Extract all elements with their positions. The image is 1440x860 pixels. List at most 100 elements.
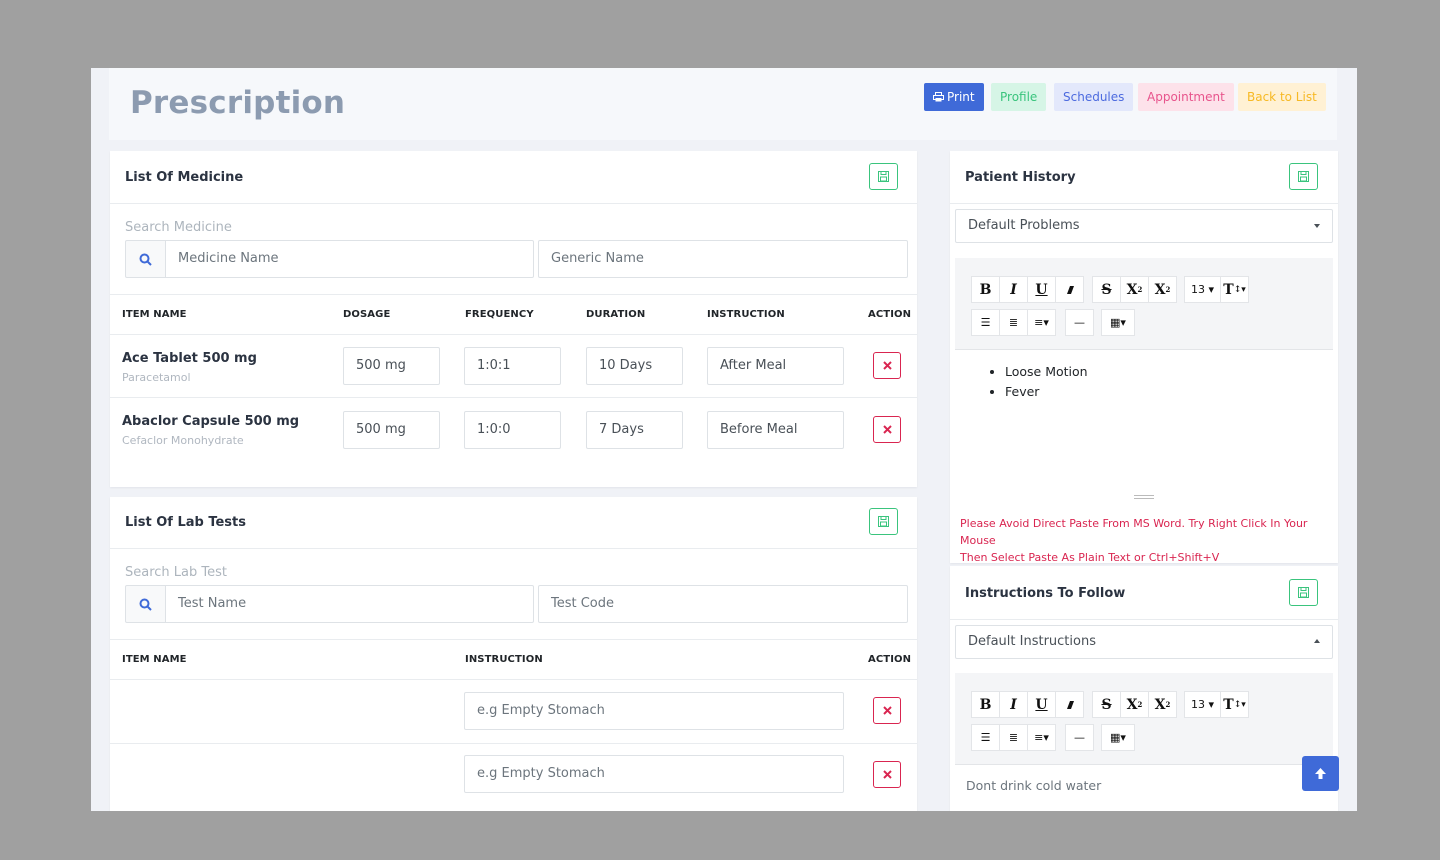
italic-button[interactable]: I — [999, 276, 1028, 303]
divider — [950, 203, 1338, 204]
history-content-area[interactable]: Loose Motion Fever — [955, 349, 1333, 500]
list-item: Fever — [1005, 382, 1088, 402]
strikethrough-button[interactable]: S — [1092, 691, 1121, 718]
table-dropdown[interactable]: ▦▾ — [1101, 309, 1135, 336]
lab-tests-card: List Of Lab Tests Search Lab Test Test N… — [110, 497, 917, 811]
search-medicine-label: Search Medicine — [125, 220, 232, 235]
superscript-button[interactable]: X2 — [1120, 276, 1149, 303]
default-problems-select[interactable]: Default Problems — [955, 209, 1333, 243]
search-icon — [139, 598, 152, 611]
bold-button[interactable]: B — [971, 691, 1000, 718]
ordered-list-button[interactable]: ≣ — [999, 724, 1028, 751]
ordered-list-button[interactable]: ≣ — [999, 309, 1028, 336]
font-size-dropdown[interactable]: 13 ▾ — [1184, 276, 1222, 303]
save-lab-tests-button[interactable] — [869, 508, 898, 535]
instructions-editor: B I U S X2 X2 13 ▾ T ↕▾ ☰ ≣ ≡▾ — ▦▾ Dont… — [955, 673, 1333, 811]
underline-button[interactable]: U — [1027, 276, 1056, 303]
toolbar-group-table: ▦▾ — [1101, 724, 1135, 751]
bold-button[interactable]: B — [971, 276, 1000, 303]
instruction-input[interactable]: After Meal — [707, 347, 844, 385]
column-header: ITEM NAME — [122, 654, 187, 665]
duration-input[interactable]: 10 Days — [586, 347, 683, 385]
close-icon — [883, 706, 892, 715]
eraser-icon — [1066, 700, 1074, 709]
column-header: ACTION — [868, 654, 912, 665]
toolbar-group-size: 13 ▾ T ↕▾ — [1184, 691, 1250, 718]
column-header: DURATION — [586, 309, 646, 320]
print-button[interactable]: Print — [924, 83, 984, 111]
italic-button[interactable]: I — [999, 691, 1028, 718]
medicine-card-title: List Of Medicine — [125, 170, 244, 185]
default-instructions-select[interactable]: Default Instructions — [955, 625, 1333, 659]
resize-handle[interactable] — [1134, 495, 1154, 499]
save-icon — [878, 516, 889, 527]
text-height-button[interactable]: T ↕▾ — [1220, 276, 1250, 303]
save-history-button[interactable] — [1289, 163, 1318, 190]
superscript-button[interactable]: X2 — [1120, 691, 1149, 718]
unordered-list-button[interactable]: ☰ — [971, 724, 1000, 751]
paste-warning-line-1: Please Avoid Direct Paste From MS Word. … — [960, 517, 1308, 547]
table-dropdown[interactable]: ▦▾ — [1101, 724, 1135, 751]
dosage-input[interactable]: 500 mg — [343, 347, 440, 385]
text-height-button[interactable]: T ↕▾ — [1220, 691, 1250, 718]
toolbar-group-hr: — — [1065, 724, 1094, 751]
strikethrough-button[interactable]: S — [1092, 276, 1121, 303]
schedules-button[interactable]: Schedules — [1054, 83, 1134, 111]
align-dropdown[interactable]: ≡▾ — [1027, 309, 1056, 336]
save-instructions-button[interactable] — [1289, 579, 1318, 606]
medicine-name: Abaclor Capsule 500 mg — [122, 414, 300, 429]
delete-row-button[interactable] — [873, 416, 901, 443]
font-size-dropdown[interactable]: 13 ▾ — [1184, 691, 1222, 718]
test-name-input[interactable]: Test Name — [165, 585, 534, 623]
appointment-button[interactable]: Appointment — [1138, 83, 1234, 111]
lab-search-addon — [125, 585, 166, 623]
subscript-button[interactable]: X2 — [1148, 276, 1177, 303]
font-size-value: 13 — [1191, 283, 1205, 296]
toolbar-group-style: B I U — [971, 691, 1084, 718]
horizontal-rule-button[interactable]: — — [1065, 309, 1094, 336]
frequency-input[interactable]: 1:0:1 — [464, 347, 561, 385]
generic-name-input[interactable]: Generic Name — [538, 240, 908, 278]
eraser-button[interactable] — [1055, 276, 1084, 303]
medicine-name-input[interactable]: Medicine Name — [165, 240, 534, 278]
paste-warning-line-2: Then Select Paste As Plain Text or Ctrl+… — [960, 551, 1220, 564]
frequency-input[interactable]: 1:0:0 — [464, 411, 561, 449]
search-lab-test-label: Search Lab Test — [125, 565, 227, 580]
test-code-input[interactable]: Test Code — [538, 585, 908, 623]
page-title: Prescription — [130, 85, 346, 121]
duration-input[interactable]: 7 Days — [586, 411, 683, 449]
unordered-list-button[interactable]: ☰ — [971, 309, 1000, 336]
select-value: Default Instructions — [968, 634, 1096, 649]
divider — [110, 203, 917, 204]
eraser-button[interactable] — [1055, 691, 1084, 718]
save-medicine-button[interactable] — [869, 163, 898, 190]
delete-row-button[interactable] — [873, 697, 901, 724]
history-editor: B I U S X2 X2 13 ▾ T ↕▾ ☰ ≣ ≡▾ — ▦▾ • Lo… — [955, 258, 1333, 500]
toolbar-group-para: ☰ ≣ ≡▾ — [971, 309, 1056, 336]
divider — [110, 548, 917, 549]
scroll-to-top-button[interactable] — [1302, 756, 1339, 791]
delete-row-button[interactable] — [873, 352, 901, 379]
lab-instruction-input[interactable]: e.g Empty Stomach — [464, 755, 844, 793]
instruction-input[interactable]: Before Meal — [707, 411, 844, 449]
medicine-generic: Cefaclor Monohydrate — [122, 434, 244, 447]
dosage-input[interactable]: 500 mg — [343, 411, 440, 449]
instructions-text: Dont drink cold water — [966, 778, 1102, 793]
patient-history-card: Patient History Default Problems B I U S… — [950, 151, 1338, 564]
app-frame: Prescription Print Profile Schedules App… — [91, 68, 1357, 811]
printer-icon — [933, 92, 944, 102]
instructions-content-area[interactable]: Dont drink cold water — [955, 764, 1333, 811]
toolbar-group-hr: — — [1065, 309, 1094, 336]
horizontal-rule-button[interactable]: — — [1065, 724, 1094, 751]
underline-button[interactable]: U — [1027, 691, 1056, 718]
back-to-list-button[interactable]: Back to List — [1238, 83, 1326, 111]
print-label: Print — [947, 90, 975, 104]
close-icon — [883, 770, 892, 779]
lab-instruction-input[interactable]: e.g Empty Stomach — [464, 692, 844, 730]
divider — [110, 294, 917, 295]
delete-row-button[interactable] — [873, 761, 901, 788]
profile-button[interactable]: Profile — [991, 83, 1047, 111]
align-dropdown[interactable]: ≡▾ — [1027, 724, 1056, 751]
subscript-button[interactable]: X2 — [1148, 691, 1177, 718]
column-header: ACTION — [868, 309, 912, 320]
